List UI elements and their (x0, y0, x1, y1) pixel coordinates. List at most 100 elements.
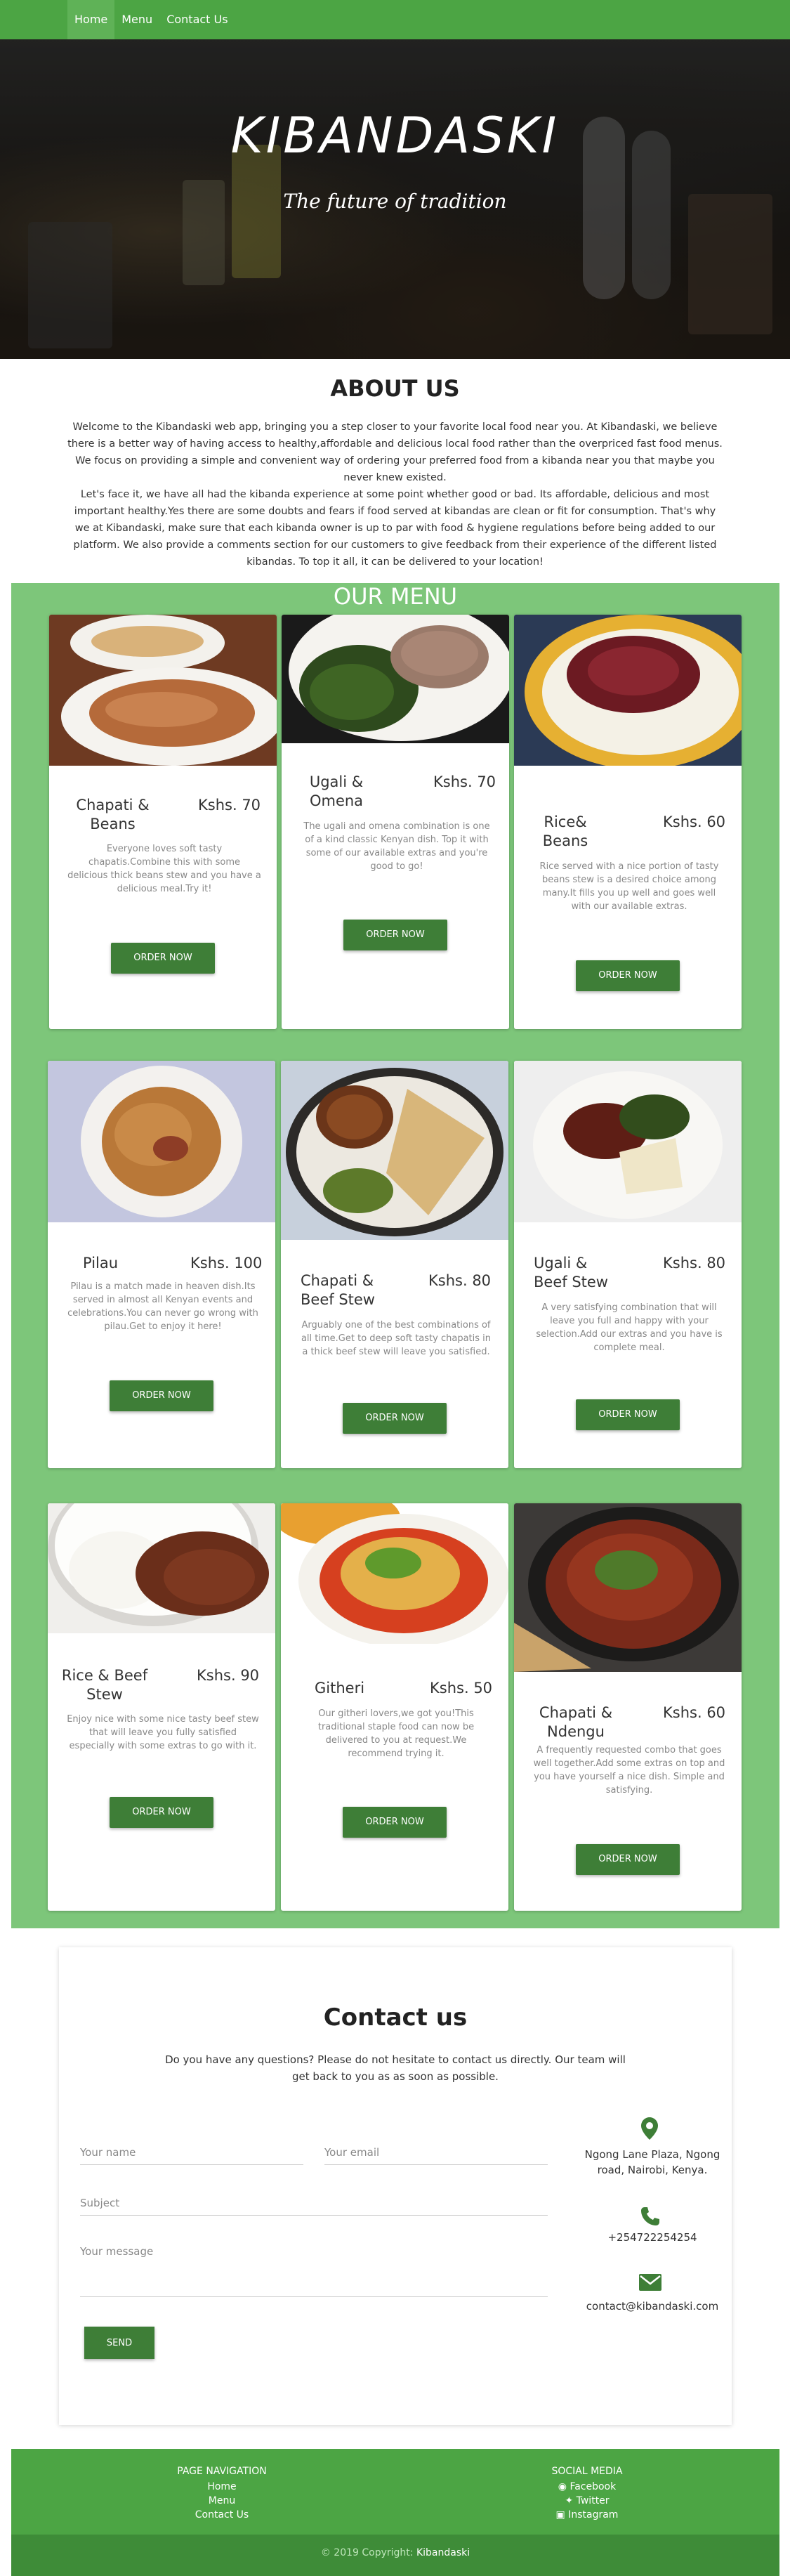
instagram-icon: ▣ (555, 2509, 565, 2521)
menu-card-rice-beef: Rice & Beef Stew Kshs. 90 Enjoy nice wit… (48, 1503, 275, 1911)
githeri-photo (281, 1503, 508, 1644)
food-name: Chapati & Beef Stew (301, 1272, 375, 1308)
footer-facebook-link[interactable]: ◉ Facebook (517, 2481, 657, 2492)
phone-icon (640, 2206, 661, 2230)
contact-address: Ngong Lane Plaza, Ngong road, Nairobi, K… (584, 2148, 720, 2176)
instagram-label: Instagram (568, 2509, 619, 2521)
food-description: A very satisfying combination that will … (536, 1302, 723, 1353)
footer: PAGE NAVIGATION Home Menu Contact Us SOC… (11, 2449, 779, 2576)
rice-beans-photo (514, 615, 742, 766)
contact-phone: +254722254254 (607, 2231, 697, 2244)
food-price: Kshs. 70 (433, 773, 496, 790)
food-price: Kshs. 70 (198, 797, 261, 813)
rice-beef-photo (48, 1503, 275, 1633)
hero-title: KIBANDASKI (230, 107, 560, 164)
food-price: Kshs. 100 (190, 1255, 263, 1271)
menu-card-chapati-beef: Chapati & Beef Stew Kshs. 80 Arguably on… (281, 1061, 508, 1468)
message-field[interactable] (80, 2245, 548, 2297)
food-name: Pilau (83, 1255, 119, 1271)
copyright-prefix: © 2019 Copyright: (320, 2547, 414, 2558)
footer-social-title: SOCIAL MEDIA (551, 2466, 623, 2477)
food-price: Kshs. 60 (663, 1704, 726, 1721)
food-description: Pilau is a match made in heaven dish.Its… (67, 1281, 258, 1332)
contact-title: Contact us (323, 2003, 468, 2032)
nav-home-link[interactable]: Home (67, 0, 115, 39)
footer-link-home[interactable]: Home (152, 2481, 292, 2492)
order-now-button[interactable]: ORDER NOW (110, 1380, 213, 1411)
menu-card-ugali-omena: Ugali & Omena Kshs. 70 The ugali and ome… (282, 615, 509, 1029)
contact-email: contact@kibandaski.com (586, 2300, 719, 2313)
food-price: Kshs. 90 (197, 1667, 260, 1684)
menu-card-chapati-beans: Chapati & Beans Kshs. 70 Everyone loves … (49, 615, 277, 1029)
food-description: Our githeri lovers,we got you!This tradi… (317, 1708, 475, 1759)
pilau-photo (48, 1061, 275, 1222)
subject-field[interactable] (80, 2195, 548, 2216)
facebook-icon: ◉ (558, 2481, 567, 2492)
nav-menu-link[interactable]: Menu (114, 0, 159, 39)
food-description: Rice served with a nice portion of tasty… (539, 861, 719, 912)
contact-intro: Do you have any questions? Please do not… (165, 2053, 626, 2083)
order-now-button[interactable]: ORDER NOW (111, 943, 215, 974)
food-name: Ugali & Beef Stew (534, 1255, 608, 1290)
hero-subtitle: The future of tradition (283, 190, 507, 213)
about-text: Welcome to the Kibandaski web app, bring… (67, 419, 723, 570)
food-name: Ugali & Omena (309, 773, 364, 809)
chapati-beef-photo (281, 1061, 508, 1240)
order-now-button[interactable]: ORDER NOW (110, 1797, 213, 1828)
food-description: Everyone loves soft tasty chapatis.Combi… (67, 844, 261, 894)
food-description: A frequently requested combo that goes w… (533, 1745, 725, 1796)
food-name: Chapati & Ndengu (539, 1704, 613, 1740)
food-name: Rice& Beans (542, 813, 588, 849)
food-price: Kshs. 80 (428, 1272, 492, 1289)
food-name: Chapati & Beans (76, 797, 150, 832)
map-marker-icon (641, 2117, 658, 2143)
menu-card-chapati-ndengu: Chapati & Ndengu Kshs. 60 A frequently r… (514, 1503, 742, 1911)
food-description: Enjoy nice with some nice tasty beef ste… (67, 1714, 259, 1751)
hero-banner: KIBANDASKI The future of tradition (0, 39, 790, 359)
footer-twitter-link[interactable]: ✦ Twitter (517, 2495, 657, 2506)
menu-card-githeri: Githeri Kshs. 50 Our githeri lovers,we g… (281, 1503, 508, 1911)
twitter-label: Twitter (576, 2495, 610, 2506)
contact-section: Contact us Do you have any questions? Pl… (59, 1947, 732, 2425)
food-description: Arguably one of the best combinations of… (301, 1320, 492, 1357)
footer-instagram-link[interactable]: ▣ Instagram (517, 2509, 657, 2521)
copyright: © 2019 Copyright: Kibandaski (11, 2547, 779, 2558)
email-field[interactable] (324, 2144, 548, 2165)
twitter-icon: ✦ (565, 2495, 574, 2506)
about-title: ABOUT US (330, 375, 460, 402)
order-now-button[interactable]: ORDER NOW (343, 920, 447, 950)
facebook-label: Facebook (570, 2481, 617, 2492)
menu-section: OUR MENU Chapati & Beans Kshs. 70 Everyo… (11, 583, 779, 1928)
food-description: The ugali and omena combination is one o… (303, 821, 490, 872)
nav-links: Home Menu Contact Us (67, 0, 235, 39)
nav-contact-link[interactable]: Contact Us (159, 0, 235, 39)
about-paragraph-1: Welcome to the Kibandaski web app, bring… (67, 421, 723, 483)
order-now-button[interactable]: ORDER NOW (576, 960, 680, 991)
ugali-beef-photo (514, 1061, 742, 1222)
order-now-button[interactable]: ORDER NOW (343, 1403, 447, 1434)
chapati-beans-photo (49, 615, 277, 766)
envelope-icon (639, 2274, 661, 2294)
menu-card-ugali-beef: Ugali & Beef Stew Kshs. 80 A very satisf… (514, 1061, 742, 1468)
about-paragraph-2: Let's face it, we have all had the kiban… (73, 489, 717, 568)
menu-card-pilau: Pilau Kshs. 100 Pilau is a match made in… (48, 1061, 275, 1468)
food-price: Kshs. 50 (430, 1680, 493, 1696)
order-now-button[interactable]: ORDER NOW (576, 1399, 680, 1430)
food-price: Kshs. 80 (663, 1255, 726, 1271)
food-name: Rice & Beef Stew (61, 1667, 148, 1703)
food-price: Kshs. 60 (663, 813, 726, 830)
food-name: Githeri (315, 1680, 365, 1696)
footer-link-contact[interactable]: Contact Us (152, 2509, 292, 2521)
send-button[interactable]: SEND (84, 2327, 154, 2359)
footer-nav-title: PAGE NAVIGATION (177, 2466, 267, 2477)
copyright-brand-link[interactable]: Kibandaski (416, 2547, 470, 2558)
menu-card-rice-beans: Rice& Beans Kshs. 60 Rice served with a … (514, 615, 742, 1029)
ugali-omena-photo (282, 615, 509, 743)
order-now-button[interactable]: ORDER NOW (343, 1807, 447, 1838)
menu-title: OUR MENU (333, 583, 458, 610)
order-now-button[interactable]: ORDER NOW (576, 1844, 680, 1875)
chapati-ndengu-photo (514, 1503, 742, 1672)
name-field[interactable] (80, 2144, 303, 2165)
top-navbar: Home Menu Contact Us (0, 0, 790, 39)
footer-link-menu[interactable]: Menu (152, 2495, 292, 2506)
